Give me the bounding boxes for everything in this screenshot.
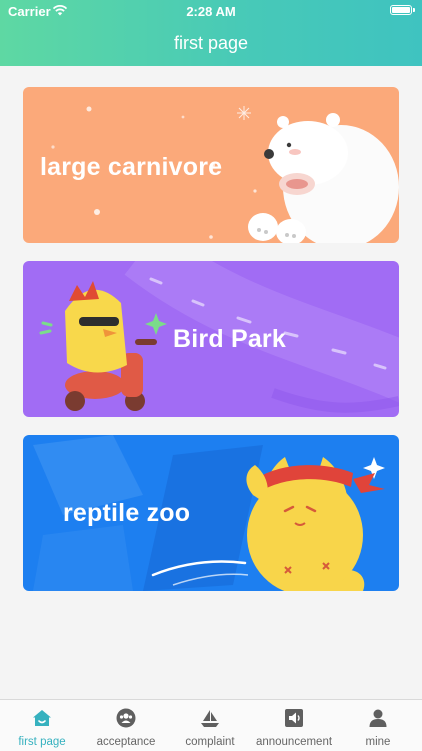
tab-label: complaint [185, 736, 235, 748]
battery-icon [390, 5, 415, 15]
tab-label: announcement [255, 736, 333, 748]
card-label: Bird Park [173, 325, 286, 353]
tab-announcement[interactable]: announcement [252, 700, 336, 751]
card-label: large carnivore [40, 153, 223, 181]
ship-icon [201, 710, 219, 727]
tab-mine[interactable]: mine [336, 700, 420, 751]
tab-complaint[interactable]: complaint [168, 700, 252, 751]
tab-label: mine [365, 736, 391, 748]
navigation-header: Carrier 2:28 AM first page [0, 0, 422, 66]
tab-acceptance[interactable]: acceptance [84, 700, 168, 751]
person-icon [369, 709, 387, 727]
card-bird-park[interactable]: Bird Park [23, 261, 399, 417]
users-icon [116, 708, 136, 728]
tab-bar: first page acceptance complaint announce… [0, 699, 422, 751]
tab-label: acceptance [96, 736, 156, 748]
card-reptile-zoo[interactable]: reptile zoo [23, 435, 399, 591]
home-icon [33, 710, 51, 726]
page-title: first page [173, 33, 249, 53]
status-time: 2:28 AM [186, 4, 236, 19]
card-large-carnivore[interactable]: large carnivore [23, 87, 399, 243]
speaker-icon [285, 709, 303, 727]
tab-first-page[interactable]: first page [0, 700, 84, 751]
status-bar: Carrier 2:28 AM [0, 0, 422, 22]
tab-label: first page [18, 736, 66, 748]
card-label: reptile zoo [63, 499, 191, 527]
